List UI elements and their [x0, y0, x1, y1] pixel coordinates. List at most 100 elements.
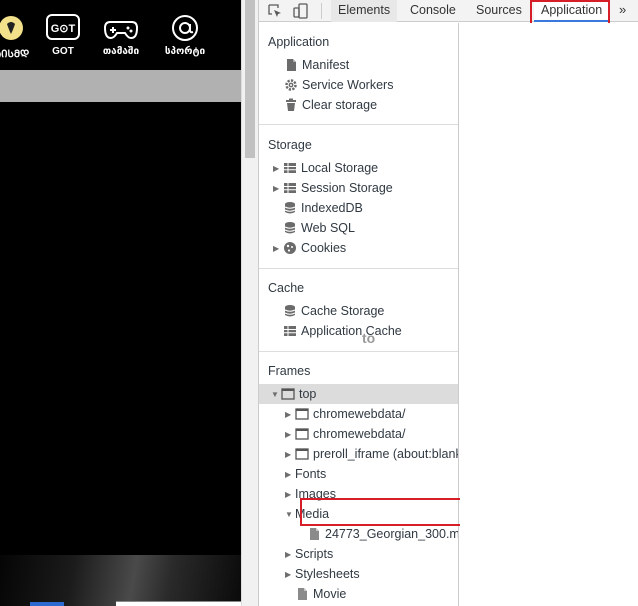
video-frame: [0, 555, 241, 606]
sidebar-item-scripts[interactable]: ▶ Scripts: [285, 544, 333, 564]
frame-icon: [281, 388, 295, 400]
gear-icon: [285, 78, 297, 91]
sidebar-item-manifest[interactable]: Manifest: [284, 55, 349, 75]
sidebar-item-local-storage[interactable]: ▶ Local Storage: [273, 158, 378, 178]
active-tab-indicator: [534, 20, 608, 22]
application-sidebar: Application Manifest Service Workers Cle…: [259, 23, 459, 606]
grid-icon: [284, 325, 296, 336]
expand-arrow-icon[interactable]: ▶: [285, 405, 295, 425]
svg-text:G⊙T: G⊙T: [51, 23, 76, 35]
devtools-panel: Elements Console Sources Application » A…: [258, 0, 638, 606]
sidebar-item-frame-preroll[interactable]: ▶ preroll_iframe (about:blank): [285, 444, 459, 465]
sidebar-item-session-storage[interactable]: ▶ Session Storage: [273, 178, 393, 198]
grid-icon: [284, 182, 296, 193]
sidebar-item-label: Movie: [313, 587, 347, 601]
sidebar-item-label: preroll_iframe (about:blank): [313, 447, 459, 461]
expand-arrow-icon[interactable]: ▶: [285, 425, 295, 445]
sidebar-item-service-workers[interactable]: Service Workers: [284, 75, 393, 95]
sidebar-item-label: 24773_Georgian_300.mp4: [325, 527, 459, 541]
expand-arrow-icon[interactable]: ▶: [273, 159, 283, 179]
sidebar-item-web-sql[interactable]: Web SQL: [283, 218, 355, 238]
at-sign-icon: [172, 15, 198, 41]
file-icon: [298, 587, 307, 600]
expand-arrow-icon[interactable]: ▶: [285, 545, 295, 565]
section-divider: [259, 268, 458, 269]
webpage-viewport: ᲠᲘᲡᲛᲓ G⊙T GOT თამაში სპორტი: [0, 0, 241, 606]
sidebar-item-label: Cache Storage: [301, 304, 385, 318]
collapse-arrow-icon[interactable]: ▼: [285, 505, 295, 525]
main-panel-frame-title: to: [362, 330, 376, 346]
frame-icon: [295, 408, 309, 420]
database-icon: [284, 201, 296, 214]
sidebar-item-label: Media: [295, 507, 330, 521]
sidebar-item-stylesheets[interactable]: ▶ Stylesheets: [285, 564, 360, 584]
sidebar-item-cookies[interactable]: ▶ Cookies: [273, 238, 346, 258]
sidebar-item-clear-storage[interactable]: Clear storage: [284, 95, 377, 115]
sidebar-item-label: Stylesheets: [295, 567, 360, 581]
database-icon: [284, 221, 296, 234]
expand-arrow-icon[interactable]: ▶: [285, 565, 295, 585]
sidebar-item-cache-storage[interactable]: Cache Storage: [283, 301, 384, 321]
nav-item-label: GOT: [52, 46, 74, 57]
section-divider: [259, 124, 458, 125]
sidebar-item-label: Service Workers: [302, 78, 394, 92]
nav-item-1[interactable]: ᲠᲘᲡᲛᲓ: [0, 14, 36, 60]
expand-arrow-icon[interactable]: ▶: [273, 179, 283, 199]
got-logo-icon: G⊙T: [46, 14, 80, 40]
sidebar-item-label: Session Storage: [301, 181, 393, 195]
sidebar-item-fonts[interactable]: ▶ Fonts: [285, 464, 326, 484]
heart-logo-icon: [0, 16, 23, 40]
application-main-panel: [460, 23, 638, 606]
devtools-toolbar: Elements Console Sources Application »: [259, 0, 638, 22]
nav-item-3[interactable]: თამაში: [96, 14, 146, 57]
trash-icon: [286, 98, 296, 111]
inspect-element-icon[interactable]: [267, 3, 283, 19]
sidebar-item-label: chromewebdata/: [313, 407, 406, 421]
tab-sources[interactable]: Sources: [469, 0, 529, 22]
sidebar-item-label: Local Storage: [301, 161, 379, 175]
tab-elements[interactable]: Elements: [331, 0, 398, 22]
cookie-icon: [284, 241, 296, 254]
sidebar-item-label: Scripts: [295, 547, 334, 561]
sidebar-item-label: Images: [295, 487, 336, 501]
sidebar-item-media-file[interactable]: 24773_Georgian_300.mp4: [307, 524, 459, 544]
sidebar-item-label: Application Cache: [301, 324, 402, 338]
page-scrollbar[interactable]: [241, 0, 258, 606]
expand-arrow-icon[interactable]: ▶: [273, 239, 283, 259]
device-toolbar-icon[interactable]: [293, 3, 309, 19]
site-nav-bar: ᲠᲘᲡᲛᲓ G⊙T GOT თამაში სპორტი: [0, 0, 241, 68]
video-progress[interactable]: [30, 602, 64, 606]
sidebar-item-images[interactable]: ▶ Images: [285, 484, 336, 504]
nav-item-4[interactable]: სპორტი: [160, 14, 210, 57]
gamepad-icon: [104, 21, 138, 40]
more-tabs-button[interactable]: »: [619, 0, 626, 22]
expand-arrow-icon[interactable]: ▶: [285, 485, 295, 505]
sidebar-item-frame-top[interactable]: ▼ top: [271, 384, 316, 404]
tab-console[interactable]: Console: [403, 0, 463, 22]
section-divider: [259, 351, 458, 352]
sidebar-item-application-cache[interactable]: Application Cache: [283, 321, 402, 341]
sidebar-item-label: Cookies: [301, 241, 347, 255]
sidebar-item-label: chromewebdata/: [313, 427, 406, 441]
section-title-frames: Frames: [268, 364, 311, 378]
sidebar-item-movie[interactable]: Movie: [295, 584, 346, 604]
sidebar-item-label: Web SQL: [301, 221, 355, 235]
expand-arrow-icon[interactable]: ▶: [285, 445, 295, 465]
nav-item-label: თამაში: [102, 46, 140, 57]
nav-item-2[interactable]: G⊙T GOT: [38, 14, 88, 57]
sidebar-item-indexeddb[interactable]: IndexedDB: [283, 198, 363, 218]
sidebar-item-media[interactable]: ▼ Media: [285, 504, 329, 524]
section-title-application: Application: [268, 35, 330, 49]
sidebar-item-frame-chromewebdata-2[interactable]: ▶ chromewebdata/: [285, 424, 405, 444]
expand-arrow-icon[interactable]: ▶: [285, 465, 295, 485]
nav-item-label: ᲠᲘᲡᲛᲓ: [0, 49, 30, 60]
frame-icon: [295, 428, 309, 440]
sidebar-item-label: Fonts: [295, 467, 327, 481]
tab-application[interactable]: Application: [534, 0, 608, 22]
collapse-arrow-icon[interactable]: ▼: [271, 385, 281, 405]
page-scrollbar-thumb[interactable]: [245, 0, 255, 158]
sidebar-item-frame-chromewebdata-1[interactable]: ▶ chromewebdata/: [285, 404, 405, 424]
section-title-storage: Storage: [268, 138, 312, 152]
sidebar-item-label: Clear storage: [302, 98, 378, 112]
video-controls-bar[interactable]: [116, 601, 241, 606]
